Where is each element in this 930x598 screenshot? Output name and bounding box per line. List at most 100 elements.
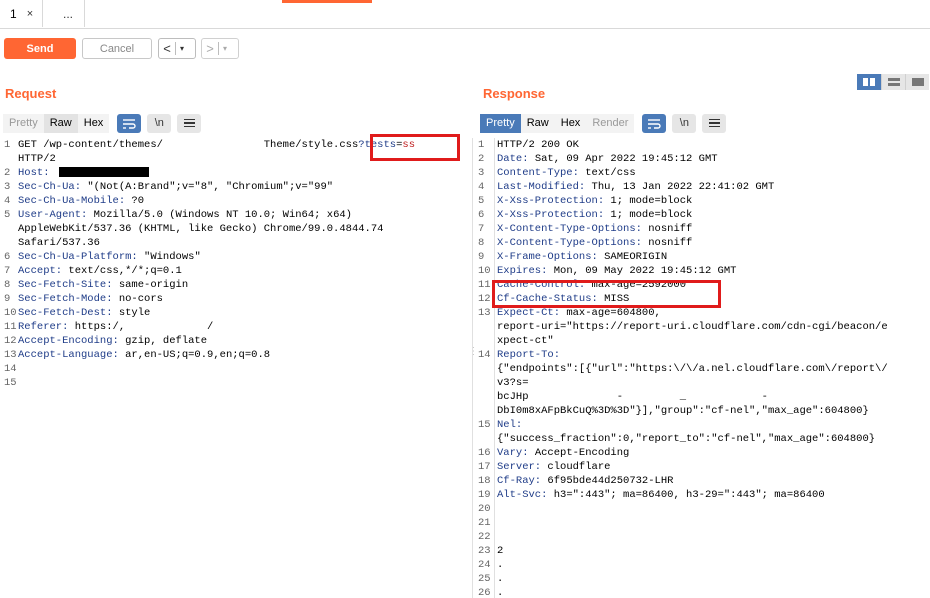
line-number: 24	[478, 559, 491, 571]
line-number: 26	[478, 587, 491, 598]
highlight-query-param	[370, 134, 460, 161]
line-text: {"endpoints":[{"url":"https:\/\/a.nel.cl…	[497, 363, 888, 375]
line-number: 19	[478, 489, 491, 501]
line-text: User-Agent: Mozilla/5.0 (Windows NT 10.0…	[18, 209, 352, 221]
request-tab-pretty[interactable]: Pretty	[3, 113, 44, 133]
line-number: 16	[478, 447, 491, 459]
line-text: AppleWebKit/537.36 (KHTML, like Gecko) C…	[18, 223, 384, 235]
tab-accent-bar	[282, 0, 372, 3]
line-text: HTTP/2	[18, 153, 56, 165]
line-text: Alt-Svc: h3=":443"; ma=86400, h3-29=":44…	[497, 489, 825, 501]
line-text: Referer: https:/, /	[18, 321, 214, 333]
line-number: 2	[478, 153, 485, 165]
line-text: Safari/537.36	[18, 237, 100, 249]
dropdown-arrow-icon[interactable]: ▾	[176, 44, 188, 53]
line-text: Expect-Ct: max-age=604800,	[497, 307, 661, 319]
newline-toggle[interactable]: \n	[672, 113, 697, 133]
line-number: 15	[478, 419, 491, 431]
pane-divider	[472, 138, 473, 598]
response-view-bar: Pretty Raw Hex Render \n	[480, 113, 727, 133]
chevron-left-icon[interactable]: <	[159, 41, 175, 56]
menu-icon[interactable]	[702, 113, 727, 133]
line-number: 1	[478, 139, 485, 151]
line-number: 25	[478, 573, 491, 585]
line-text: Server: cloudflare	[497, 461, 611, 473]
line-number: 15	[4, 377, 17, 389]
line-text: Sec-Fetch-Dest: style	[18, 307, 151, 319]
line-number: 5	[478, 195, 485, 207]
line-text: X-Content-Type-Options: nosniff	[497, 223, 693, 235]
line-text: Host:	[18, 166, 149, 180]
line-number: 10	[4, 307, 17, 319]
line-text: Report-To:	[497, 349, 561, 361]
line-text: .	[497, 587, 504, 598]
line-text: .	[497, 559, 504, 571]
tab-1-label: 1	[10, 6, 17, 21]
wrap-lines-icon[interactable]	[117, 113, 142, 133]
request-tab-raw[interactable]: Raw	[43, 113, 78, 133]
request-title: Request	[5, 86, 57, 101]
close-icon[interactable]: ×	[27, 8, 33, 20]
cancel-button[interactable]: Cancel	[82, 38, 152, 59]
request-editor[interactable]: 1 GET /wp-content/themes/ Theme/style.css…	[0, 138, 466, 598]
line-text: Sec-Fetch-Site: same-origin	[18, 279, 189, 291]
line-number: 18	[478, 475, 491, 487]
tabs-view-icon[interactable]	[905, 74, 929, 90]
chevron-right-icon[interactable]: >	[202, 41, 218, 56]
line-number: 14	[4, 363, 17, 375]
line-text: {"success_fraction":0,"report_to":"cf-ne…	[497, 433, 876, 445]
line-number: 4	[478, 181, 485, 193]
line-number: 5	[4, 209, 11, 221]
line-number: 9	[478, 251, 485, 263]
line-text: Sec-Fetch-Mode: no-cors	[18, 293, 163, 305]
line-number: 8	[4, 279, 11, 291]
toolbar: Send Cancel < ▾ > ▾	[0, 29, 930, 69]
line-text: report-uri="https://report-uri.cloudflar…	[497, 321, 888, 333]
line-number: 10	[478, 265, 491, 277]
split-columns-icon[interactable]	[857, 74, 881, 90]
line-text: Sec-Ch-Ua-Mobile: ?0	[18, 195, 145, 207]
line-number: 4	[4, 195, 11, 207]
response-tab-pretty[interactable]: Pretty	[480, 113, 521, 133]
line-number: 13	[4, 349, 17, 361]
dropdown-arrow-icon[interactable]: ▾	[219, 44, 231, 53]
line-text: Vary: Accept-Encoding	[497, 447, 630, 459]
line-number: 14	[478, 349, 491, 361]
line-text: Last-Modified: Thu, 13 Jan 2022 22:41:02…	[497, 181, 775, 193]
response-tab-render[interactable]: Render	[586, 113, 635, 133]
line-text: Nel:	[497, 419, 523, 431]
request-tab-hex[interactable]: Hex	[77, 113, 110, 133]
line-number: 17	[478, 461, 491, 473]
wrap-lines-icon[interactable]	[642, 113, 667, 133]
line-text: Accept-Encoding: gzip, deflate	[18, 335, 208, 347]
response-editor[interactable]: 1 HTTP/2 200 OK 2 Date: Sat, 09 Apr 2022 19…	[478, 138, 930, 598]
line-text: .	[497, 573, 504, 585]
newline-toggle[interactable]: \n	[147, 113, 172, 133]
highlight-cache-headers	[492, 280, 721, 308]
history-back-group[interactable]: < ▾	[158, 38, 196, 59]
split-rows-icon[interactable]	[881, 74, 905, 90]
line-text: HTTP/2 200 OK	[497, 139, 579, 151]
response-tab-hex[interactable]: Hex	[554, 113, 587, 133]
line-text: X-Xss-Protection: 1; mode=block	[497, 195, 693, 207]
line-number: 6	[478, 209, 485, 221]
line-text: bcJHp - _ -	[497, 391, 768, 403]
response-tab-raw[interactable]: Raw	[520, 113, 555, 133]
history-forward-group[interactable]: > ▾	[201, 38, 239, 59]
line-text: Sec-Ch-Ua-Platform: "Windows"	[18, 251, 201, 263]
tab-divider	[84, 0, 85, 27]
line-text: GET /wp-content/themes/ Theme/style.css?…	[18, 139, 415, 151]
line-number: 12	[478, 293, 491, 305]
line-number: 1	[4, 139, 11, 151]
line-number: 7	[478, 223, 485, 235]
line-number: 12	[4, 335, 17, 347]
line-text: Content-Type: text/css	[497, 167, 636, 179]
tab-more[interactable]: ...	[52, 0, 84, 27]
layout-toggles	[857, 74, 930, 90]
line-text: X-Frame-Options: SAMEORIGIN	[497, 251, 668, 263]
line-number: 22	[478, 531, 491, 543]
tab-1[interactable]: 1 ×	[0, 0, 43, 27]
menu-icon[interactable]	[177, 113, 202, 133]
send-button[interactable]: Send	[4, 38, 76, 59]
line-text: Cf-Ray: 6f95bde44d250732-LHR	[497, 475, 674, 487]
